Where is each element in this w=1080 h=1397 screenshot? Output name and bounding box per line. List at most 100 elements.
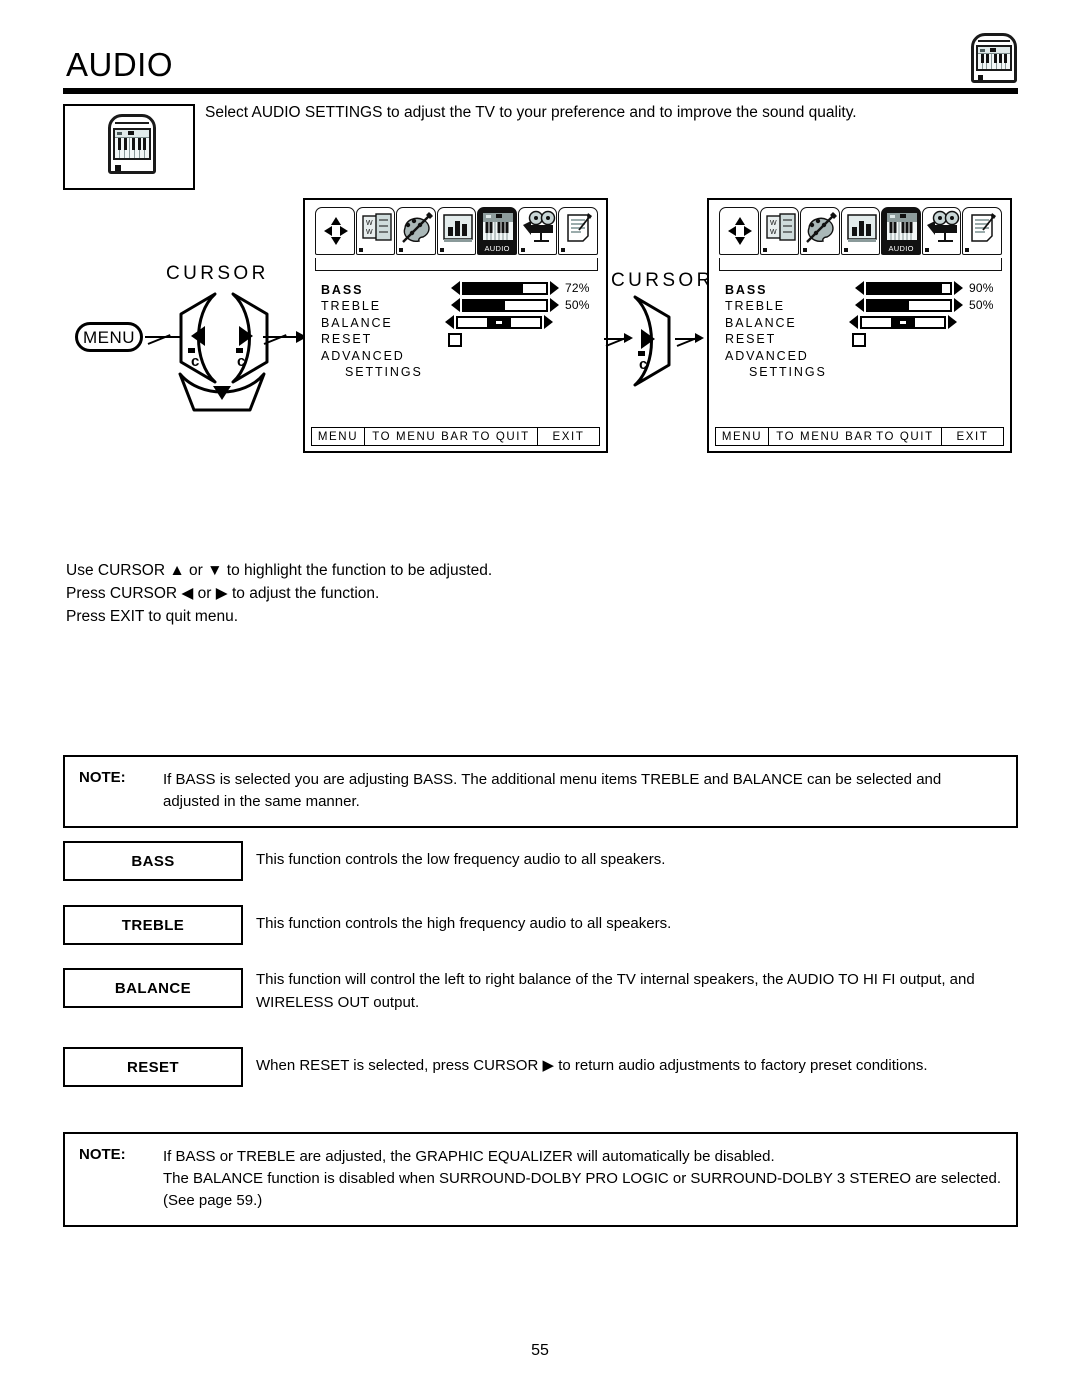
slider-left-arrow-icon[interactable]	[855, 281, 864, 295]
treble-bar[interactable]	[866, 298, 952, 312]
reset-checkbox[interactable]	[852, 333, 866, 347]
osd-item-reset[interactable]: RESET	[321, 331, 423, 347]
balance-slider[interactable]	[849, 315, 957, 329]
note-text: If BASS or TREBLE are adjusted, the GRAP…	[163, 1146, 1002, 1212]
treble-slider[interactable]: 50%	[451, 298, 590, 312]
osd-item-reset[interactable]: RESET	[725, 331, 827, 347]
slider-right-arrow-icon[interactable]	[550, 298, 559, 312]
slider-left-arrow-icon[interactable]	[855, 298, 864, 312]
video-projector-icon[interactable]	[517, 207, 558, 255]
cursor-left-key[interactable]: c	[175, 292, 223, 384]
osd-footer-exit[interactable]: EXIT	[942, 427, 1004, 446]
slider-right-arrow-icon[interactable]	[954, 281, 963, 295]
cursor-right-key-2[interactable]: c	[627, 295, 675, 387]
svg-text:W: W	[366, 229, 373, 236]
cursor-right-key[interactable]: c	[225, 292, 273, 384]
osd-footer-exit[interactable]: EXIT	[538, 427, 600, 446]
cursor-up-arrow-icon: ▲	[169, 562, 185, 579]
instr-1b: or	[184, 562, 208, 579]
cursor-pad-icon[interactable]	[719, 207, 759, 255]
intro-paragraph: Select AUDIO SETTINGS to adjust the TV t…	[205, 104, 857, 121]
icon-dot	[561, 248, 566, 252]
cursor-label-2: CURSOR	[611, 270, 714, 291]
bass-bar[interactable]	[866, 281, 952, 295]
osd-icon-bar[interactable]: W W AUDIO	[315, 207, 599, 259]
slider-left-arrow-icon[interactable]	[451, 281, 460, 295]
reset-checkbox[interactable]	[448, 333, 462, 347]
note-label: NOTE:	[79, 1146, 126, 1163]
levels-bars-icon[interactable]	[840, 207, 881, 255]
icon-dot	[439, 248, 444, 252]
slider-right-arrow-icon[interactable]	[544, 315, 553, 329]
slider-left-arrow-icon[interactable]	[451, 298, 460, 312]
reset-desc-a: When RESET is selected, press CURSOR	[256, 1057, 543, 1074]
page-number: 55	[531, 1342, 549, 1359]
cursor-down-key[interactable]	[176, 372, 268, 414]
title-divider	[63, 88, 1018, 94]
bass-slider[interactable]: 90%	[855, 281, 994, 295]
instr-2b: or	[193, 585, 216, 602]
cursor-down-arrow-icon: ▼	[207, 562, 223, 579]
icon-dot	[520, 248, 525, 252]
osd-footer-hints: TO MENU BAR TO QUIT	[769, 427, 942, 446]
osd-item-treble[interactable]: TREBLE	[725, 298, 827, 314]
icon-dot	[762, 248, 767, 252]
picture-palette-icon[interactable]	[396, 207, 436, 255]
cursor-pad-icon[interactable]	[315, 207, 355, 255]
osd-item-treble[interactable]: TREBLE	[321, 298, 423, 314]
osd-item-balance[interactable]: BALANCE	[321, 315, 423, 331]
bass-slider[interactable]: 72%	[451, 281, 590, 295]
osd-item-bass[interactable]: BASS	[725, 282, 827, 298]
osd-item-balance[interactable]: BALANCE	[725, 315, 827, 331]
bass-value: 72%	[565, 281, 590, 295]
osd-item-advanced[interactable]: ADVANCED	[321, 348, 423, 364]
menu-button[interactable]: MENU	[75, 322, 143, 352]
svg-text:W: W	[770, 220, 777, 227]
audio-piano-icon[interactable]: AUDIO	[881, 207, 921, 255]
setup-document-icon[interactable]	[962, 207, 1003, 255]
treble-bar[interactable]	[462, 298, 548, 312]
note-label: NOTE:	[79, 769, 126, 786]
setup-document-icon[interactable]	[558, 207, 599, 255]
balance-bar[interactable]	[456, 315, 542, 329]
treble-value: 50%	[565, 298, 590, 312]
channel-setup-icon[interactable]: W W	[759, 207, 800, 255]
audio-piano-icon[interactable]: AUDIO	[477, 207, 517, 255]
osd-panel-before: W W AUDIO BASS TREBLE BALANCE RESET ADVA…	[303, 198, 608, 453]
slider-right-arrow-icon[interactable]	[954, 298, 963, 312]
osd-footer-menu[interactable]: MENU	[311, 427, 365, 446]
bass-bar[interactable]	[462, 281, 548, 295]
osd-footer-menu[interactable]: MENU	[715, 427, 769, 446]
balance-slider[interactable]	[445, 315, 553, 329]
cursor-label: CURSOR	[166, 263, 269, 284]
usage-instructions: Use CURSOR ▲ or ▼ to highlight the funct…	[66, 559, 492, 628]
levels-bars-icon[interactable]	[436, 207, 477, 255]
video-projector-icon[interactable]	[921, 207, 962, 255]
osd-icon-bar[interactable]: W W AUDIO	[719, 207, 1003, 259]
channel-setup-icon[interactable]: W W	[355, 207, 396, 255]
osd-footer-to-quit: TO QUIT	[472, 430, 530, 443]
slider-left-arrow-icon[interactable]	[849, 315, 858, 329]
balance-bar[interactable]	[860, 315, 946, 329]
treble-slider[interactable]: 50%	[855, 298, 994, 312]
picture-palette-icon[interactable]	[800, 207, 840, 255]
function-desc-balance: This function will control the left to r…	[256, 971, 975, 1011]
cursor-right-arrow-icon: ▶	[542, 1057, 555, 1074]
treble-bar-fill	[868, 300, 909, 310]
svg-text:W: W	[770, 229, 777, 236]
audio-icon-box	[63, 104, 195, 190]
slider-right-arrow-icon[interactable]	[948, 315, 957, 329]
icon-dot	[480, 248, 485, 252]
osd-item-advanced[interactable]: ADVANCED	[725, 348, 827, 364]
balance-bar-center	[890, 317, 916, 327]
osd-item-bass[interactable]: BASS	[321, 282, 423, 298]
osd-panel-after: W W AUDIO BASS TREBLE BALANCE RESET ADVA…	[707, 198, 1012, 453]
slider-right-arrow-icon[interactable]	[550, 281, 559, 295]
slider-left-arrow-icon[interactable]	[445, 315, 454, 329]
function-key-treble: TREBLE	[63, 905, 243, 945]
osd-item-settings[interactable]: SETTINGS	[725, 364, 827, 380]
treble-value: 50%	[969, 298, 994, 312]
osd-item-settings[interactable]: SETTINGS	[321, 364, 423, 380]
osd-footer-bar: MENU TO MENU BAR TO QUIT EXIT	[715, 427, 1004, 446]
svg-text:c: c	[191, 353, 199, 370]
